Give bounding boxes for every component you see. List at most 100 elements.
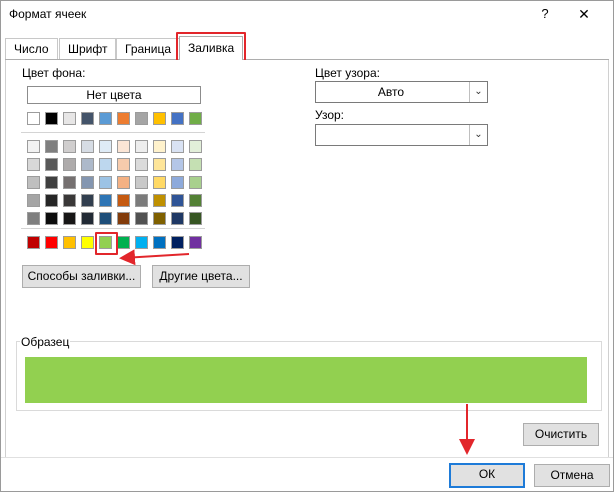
color-swatch[interactable]	[117, 140, 130, 153]
color-swatch[interactable]	[153, 176, 166, 189]
theme-colors-row	[27, 112, 207, 125]
color-swatch[interactable]	[153, 158, 166, 171]
title-bar: Формат ячеек ? ✕	[1, 1, 613, 29]
color-swatch[interactable]	[63, 158, 76, 171]
standard-colors-row	[27, 236, 207, 249]
sample-legend: Образец	[20, 335, 71, 349]
color-swatch[interactable]	[135, 176, 148, 189]
close-icon[interactable]: ✕	[569, 3, 599, 25]
color-swatch[interactable]	[171, 194, 184, 207]
tint-colors-row	[27, 158, 207, 171]
color-swatch[interactable]	[45, 112, 58, 125]
no-color-button[interactable]: Нет цвета	[27, 86, 201, 104]
color-swatch[interactable]	[99, 194, 112, 207]
color-swatch[interactable]	[45, 140, 58, 153]
color-swatch[interactable]	[153, 212, 166, 225]
color-swatch[interactable]	[135, 112, 148, 125]
color-swatch[interactable]	[81, 194, 94, 207]
chevron-down-icon: ⌄	[469, 125, 487, 145]
color-swatch[interactable]	[153, 112, 166, 125]
color-swatch[interactable]	[117, 158, 130, 171]
color-swatch[interactable]	[99, 236, 112, 249]
color-swatch[interactable]	[99, 140, 112, 153]
color-swatch[interactable]	[99, 112, 112, 125]
pattern-color-value: Авто	[377, 85, 405, 99]
color-swatch[interactable]	[45, 158, 58, 171]
color-swatch[interactable]	[81, 236, 94, 249]
color-swatch[interactable]	[45, 236, 58, 249]
chevron-down-icon: ⌄	[469, 82, 487, 102]
pattern-color-select[interactable]: Авто ⌄	[315, 81, 488, 103]
fill-effects-button[interactable]: Способы заливки...	[22, 265, 141, 288]
color-swatch[interactable]	[135, 140, 148, 153]
tab-font[interactable]: Шрифт	[59, 38, 117, 59]
color-swatch[interactable]	[117, 194, 130, 207]
color-swatch[interactable]	[135, 158, 148, 171]
color-swatch[interactable]	[189, 112, 202, 125]
color-swatch[interactable]	[189, 158, 202, 171]
color-swatch[interactable]	[63, 176, 76, 189]
format-cells-dialog: Формат ячеек ? ✕ Число Шрифт Граница Зал…	[0, 0, 614, 492]
color-swatch[interactable]	[171, 158, 184, 171]
color-swatch[interactable]	[27, 158, 40, 171]
color-swatch[interactable]	[81, 212, 94, 225]
color-swatch[interactable]	[63, 212, 76, 225]
color-swatch[interactable]	[45, 176, 58, 189]
color-swatch[interactable]	[81, 112, 94, 125]
color-swatch[interactable]	[153, 236, 166, 249]
color-swatch[interactable]	[63, 236, 76, 249]
color-swatch[interactable]	[189, 236, 202, 249]
color-swatch[interactable]	[99, 176, 112, 189]
pattern-style-select[interactable]: ⌄	[315, 124, 488, 146]
dialog-title: Формат ячеек	[9, 7, 87, 21]
color-swatch[interactable]	[63, 112, 76, 125]
color-swatch[interactable]	[189, 194, 202, 207]
help-button[interactable]: ?	[530, 3, 560, 25]
color-swatch[interactable]	[99, 158, 112, 171]
pattern-style-label: Узор:	[315, 108, 344, 122]
cancel-button[interactable]: Отмена	[534, 464, 610, 487]
color-swatch[interactable]	[153, 140, 166, 153]
color-swatch[interactable]	[171, 236, 184, 249]
color-swatch[interactable]	[63, 140, 76, 153]
palette-separator	[21, 228, 205, 229]
color-swatch[interactable]	[27, 140, 40, 153]
color-swatch[interactable]	[81, 158, 94, 171]
color-swatch[interactable]	[153, 194, 166, 207]
ok-button[interactable]: ОК	[449, 463, 525, 488]
color-swatch[interactable]	[27, 112, 40, 125]
color-swatch[interactable]	[27, 212, 40, 225]
tab-strip: Число Шрифт Граница Заливка	[1, 36, 613, 60]
color-swatch[interactable]	[135, 194, 148, 207]
footer-separator	[1, 457, 613, 458]
color-swatch[interactable]	[45, 194, 58, 207]
color-swatch[interactable]	[171, 112, 184, 125]
tab-fill[interactable]: Заливка	[179, 36, 244, 60]
color-swatch[interactable]	[45, 212, 58, 225]
color-swatch[interactable]	[81, 140, 94, 153]
color-swatch[interactable]	[117, 176, 130, 189]
color-swatch[interactable]	[135, 236, 148, 249]
color-swatch[interactable]	[117, 112, 130, 125]
clear-button[interactable]: Очистить	[523, 423, 599, 446]
tab-border[interactable]: Граница	[116, 38, 181, 59]
background-color-label: Цвет фона:	[22, 66, 86, 80]
color-swatch[interactable]	[117, 212, 130, 225]
tab-number[interactable]: Число	[5, 38, 58, 59]
color-swatch[interactable]	[171, 140, 184, 153]
color-swatch[interactable]	[135, 212, 148, 225]
color-swatch[interactable]	[27, 194, 40, 207]
sample-preview	[25, 357, 587, 403]
color-swatch[interactable]	[63, 194, 76, 207]
color-swatch[interactable]	[189, 212, 202, 225]
color-swatch[interactable]	[171, 176, 184, 189]
color-swatch[interactable]	[171, 212, 184, 225]
color-swatch[interactable]	[189, 176, 202, 189]
color-swatch[interactable]	[99, 212, 112, 225]
color-swatch[interactable]	[27, 236, 40, 249]
color-swatch[interactable]	[117, 236, 130, 249]
color-swatch[interactable]	[81, 176, 94, 189]
color-swatch[interactable]	[189, 140, 202, 153]
color-swatch[interactable]	[27, 176, 40, 189]
more-colors-button[interactable]: Другие цвета...	[152, 265, 250, 288]
